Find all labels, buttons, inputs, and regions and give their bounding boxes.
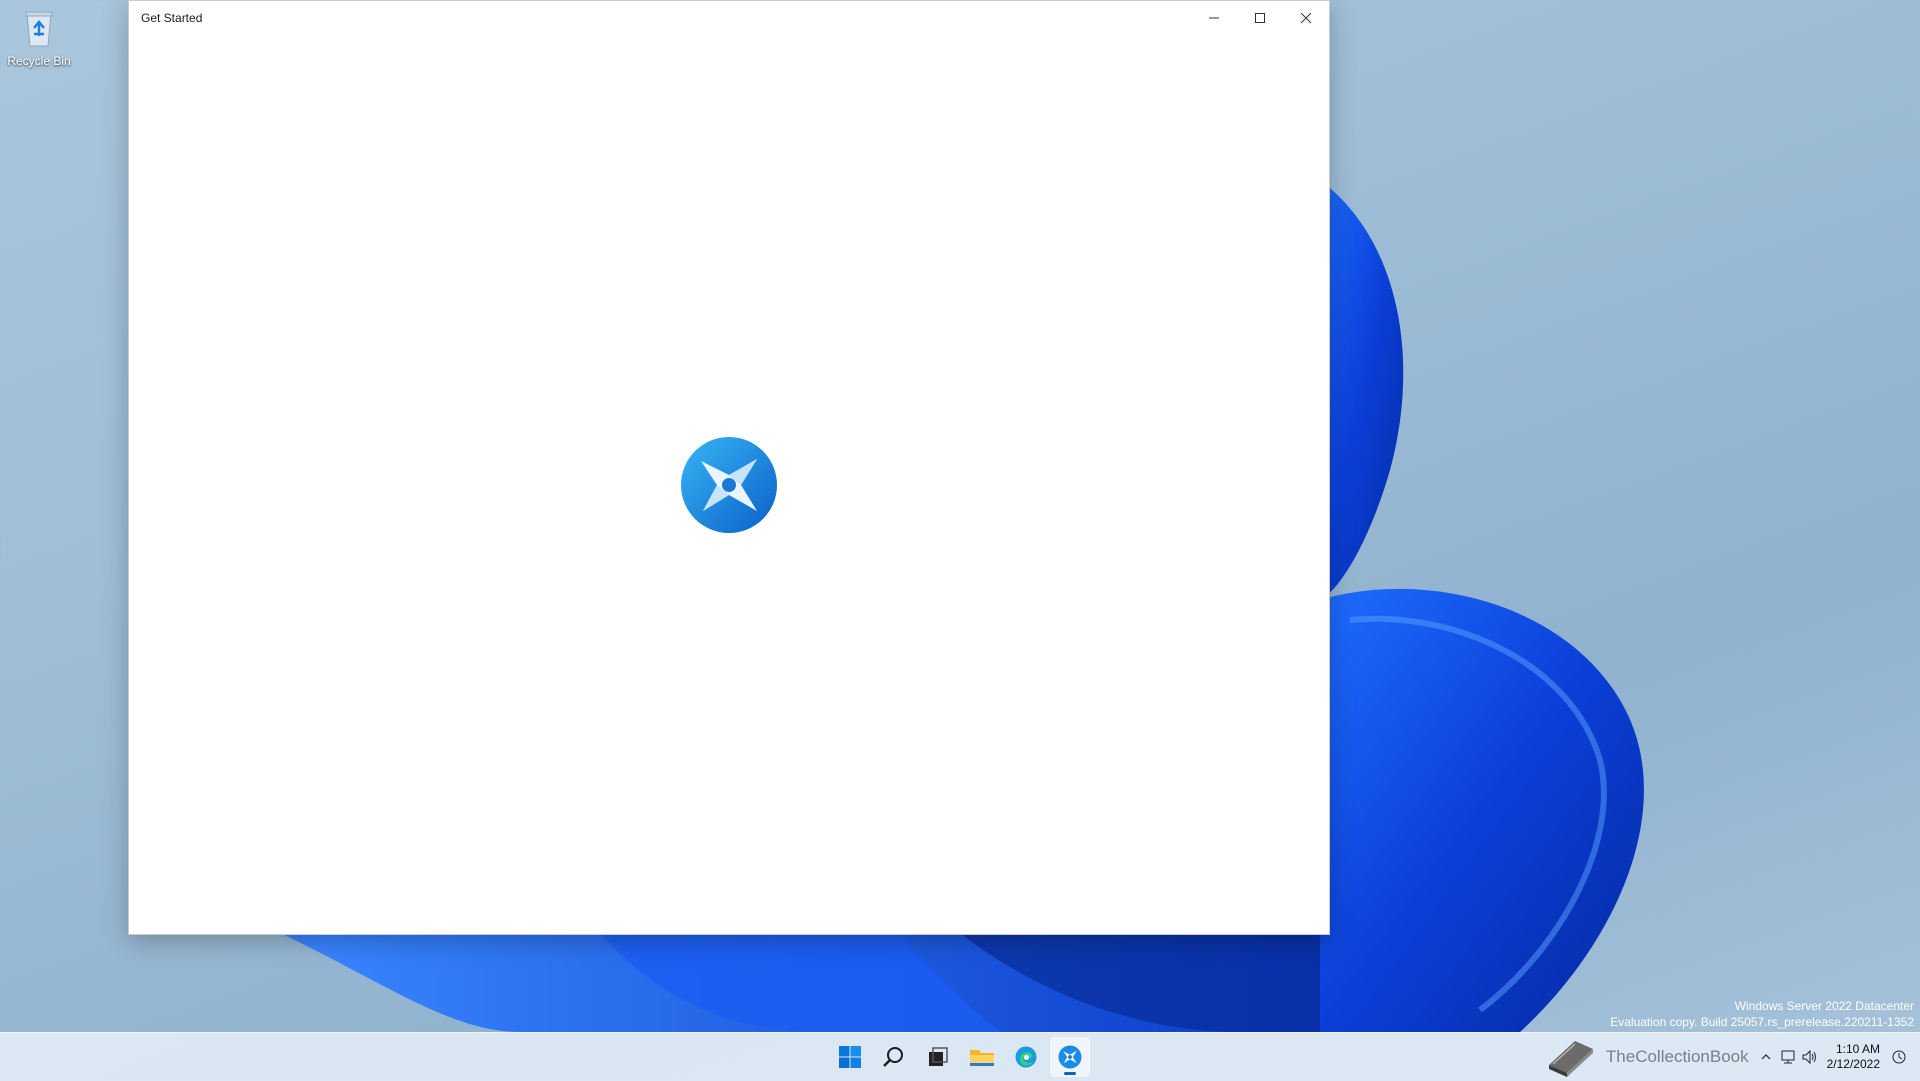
get-started-icon <box>1058 1045 1082 1069</box>
close-icon <box>1300 12 1312 24</box>
os-watermark: Windows Server 2022 Datacenter Evaluatio… <box>1610 998 1914 1030</box>
close-button[interactable] <box>1283 1 1329 35</box>
task-view-button[interactable] <box>918 1037 958 1077</box>
system-tray: TheCollectionBook 1:10 AM 2/12/2022 <box>1542 1033 1920 1081</box>
recycle-bin-icon <box>17 6 61 50</box>
get-started-splash-logo <box>679 435 779 535</box>
get-started-taskbar-button[interactable] <box>1050 1037 1090 1077</box>
clock-time: 1:10 AM <box>1835 1042 1880 1056</box>
get-started-window: Get Started <box>128 0 1330 935</box>
clock[interactable]: 1:10 AM 2/12/2022 <box>1827 1042 1880 1072</box>
volume-button[interactable] <box>1799 1045 1821 1069</box>
start-button[interactable] <box>830 1037 870 1077</box>
collection-book-text: TheCollectionBook <box>1605 1047 1749 1066</box>
edge-button[interactable] <box>1006 1037 1046 1077</box>
network-icon <box>1781 1050 1795 1064</box>
clock-date: 2/12/2022 <box>1826 1057 1880 1071</box>
book-icon <box>1548 1041 1593 1077</box>
get-started-logo-icon <box>681 437 777 533</box>
collection-book-overlay <box>1542 1033 1598 1081</box>
notification-icon <box>1892 1050 1906 1064</box>
start-icon <box>839 1046 861 1068</box>
window-title: Get Started <box>141 11 203 25</box>
watermark-build: Evaluation copy. Build 25057.rs_prerelea… <box>1610 1015 1914 1029</box>
recycle-bin-label: Recycle Bin <box>7 54 71 68</box>
search-button[interactable] <box>874 1037 914 1077</box>
recycle-bin[interactable]: Recycle Bin <box>4 6 74 68</box>
volume-icon <box>1802 1049 1816 1065</box>
title-bar[interactable]: Get Started <box>129 1 1329 35</box>
edge-icon <box>1015 1046 1037 1068</box>
minimize-icon <box>1209 17 1219 19</box>
file-explorer-icon <box>970 1050 994 1066</box>
file-explorer-button[interactable] <box>962 1037 1002 1077</box>
minimize-button[interactable] <box>1191 1 1237 35</box>
taskbar: TheCollectionBook 1:10 AM 2/12/2022 <box>0 1032 1920 1081</box>
task-view-icon <box>929 1047 948 1066</box>
chevron-up-icon <box>1761 1054 1771 1060</box>
maximize-button[interactable] <box>1237 1 1283 35</box>
search-icon <box>883 1047 903 1067</box>
show-hidden-icons-button[interactable] <box>1755 1045 1777 1069</box>
watermark-edition: Windows Server 2022 Datacenter <box>1734 999 1914 1013</box>
maximize-icon <box>1255 13 1265 23</box>
taskbar-apps <box>830 1037 1090 1077</box>
network-button[interactable] <box>1777 1045 1799 1069</box>
notifications-button[interactable] <box>1888 1045 1910 1069</box>
